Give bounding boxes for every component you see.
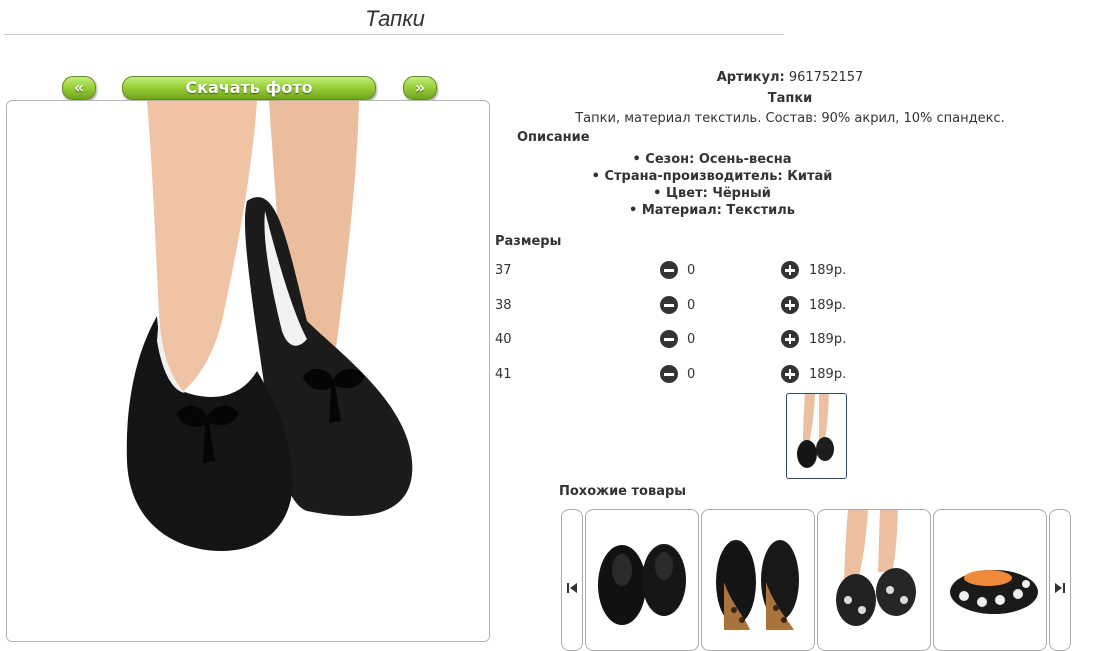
- minus-circle-icon[interactable]: [660, 296, 678, 314]
- main-product-photo: [6, 100, 490, 642]
- minus-circle-icon[interactable]: [660, 330, 678, 348]
- product-name: Тапки: [767, 91, 813, 106]
- property-season: Сезон: Осень-весна: [495, 151, 929, 168]
- download-photo-button[interactable]: Скачать фото: [122, 76, 376, 100]
- size-row: 38 0 189р.: [495, 296, 855, 316]
- plus-circle-icon[interactable]: [781, 296, 799, 314]
- similar-product-card[interactable]: [817, 509, 931, 651]
- property-material: Материал: Текстиль: [495, 202, 929, 219]
- property-color: Цвет: Чёрный: [495, 185, 929, 202]
- size-value: 37: [495, 263, 512, 278]
- carousel-prev-button[interactable]: [561, 509, 583, 651]
- similar-product-card[interactable]: [933, 509, 1047, 651]
- plus-circle-icon[interactable]: [781, 330, 799, 348]
- properties-list: Сезон: Осень-весна Страна-производитель:…: [495, 151, 929, 219]
- product-summary: Тапки, материал текстиль. Состав: 90% ак…: [575, 111, 1005, 126]
- plus-circle-icon[interactable]: [781, 365, 799, 383]
- similar-product-card[interactable]: [585, 509, 699, 651]
- size-row: 41 0 189р.: [495, 365, 855, 385]
- price-value: 189р.: [809, 367, 847, 382]
- price-value: 189р.: [809, 298, 847, 313]
- article-line: Артикул: 961752157: [495, 70, 1085, 85]
- skip-forward-icon: [1055, 583, 1065, 593]
- similar-product-card[interactable]: [701, 509, 815, 651]
- plus-circle-icon[interactable]: [781, 261, 799, 279]
- size-row: 37 0 189р.: [495, 261, 855, 281]
- prev-photo-button[interactable]: «: [62, 76, 96, 100]
- next-photo-button[interactable]: »: [403, 76, 437, 100]
- size-value: 40: [495, 332, 512, 347]
- minus-circle-icon[interactable]: [660, 261, 678, 279]
- article-label: Артикул:: [716, 70, 785, 85]
- size-value: 41: [495, 367, 512, 382]
- skip-back-icon: [567, 583, 577, 593]
- size-row: 40 0 189р.: [495, 330, 855, 350]
- price-value: 189р.: [809, 263, 847, 278]
- page-title: Тапки: [365, 6, 425, 31]
- quantity-value: 0: [687, 263, 696, 278]
- property-country: Страна-производитель: Китай: [495, 168, 929, 185]
- quantity-value: 0: [687, 367, 696, 382]
- carousel-next-button[interactable]: [1049, 509, 1071, 651]
- description-heading: Описание: [517, 130, 590, 145]
- price-value: 189р.: [809, 332, 847, 347]
- minus-circle-icon[interactable]: [660, 365, 678, 383]
- quantity-value: 0: [687, 298, 696, 313]
- title-divider: [4, 34, 784, 35]
- photo-thumbnail[interactable]: [786, 393, 847, 479]
- sizes-heading: Размеры: [495, 234, 562, 249]
- quantity-value: 0: [687, 332, 696, 347]
- size-value: 38: [495, 298, 512, 313]
- similar-products-heading: Похожие товары: [559, 484, 687, 499]
- article-value: 961752157: [788, 70, 864, 85]
